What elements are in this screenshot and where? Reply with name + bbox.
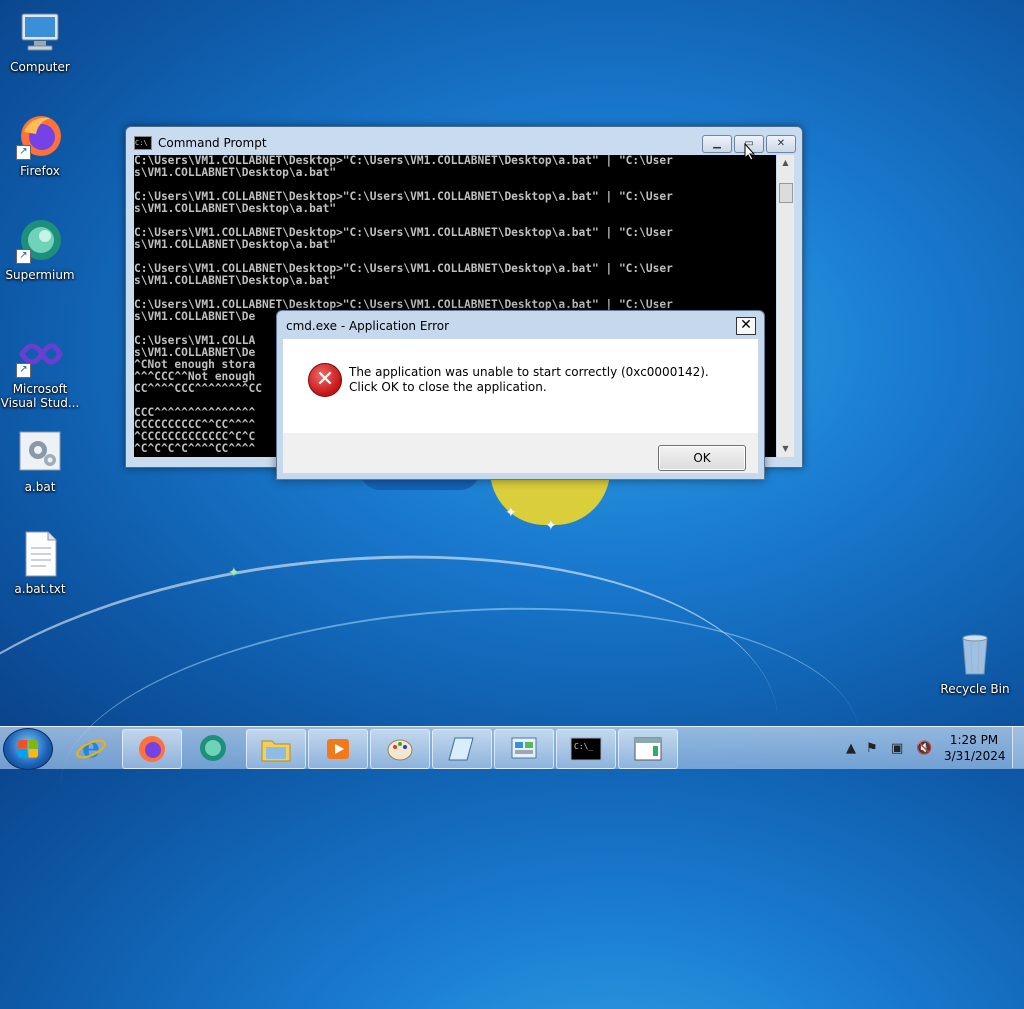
start-button[interactable] <box>3 728 53 770</box>
desktop-icon-label: a.bat <box>24 480 56 494</box>
shortcut-arrow-icon: ↗ <box>16 145 31 160</box>
windows-logo-icon <box>18 740 38 758</box>
action-center-flag-icon[interactable]: ⚑ <box>866 741 878 756</box>
taskbar-firefox[interactable] <box>122 729 182 769</box>
desktop-icon-label: Microsoft Visual Stud... <box>0 382 80 410</box>
paint-palette-icon <box>387 739 413 761</box>
supermium-icon <box>200 735 226 761</box>
wallpaper-sparkle: ✦ <box>505 505 517 521</box>
clock-time: 1:28 PM <box>949 733 999 747</box>
taskbar-supermium[interactable] <box>184 729 242 767</box>
dialog-message-area: ✕ The application was unable to start co… <box>283 339 758 433</box>
window-title: Command Prompt <box>158 136 267 150</box>
taskbar-command-prompt[interactable]: C:\_ <box>556 729 616 769</box>
taskbar-application-error[interactable] <box>618 729 678 769</box>
mouse-cursor-icon <box>744 143 756 161</box>
control-panel-icon <box>511 737 537 759</box>
internet-explorer-icon: e <box>76 732 106 764</box>
supermium-icon: ↗ <box>16 216 64 264</box>
console-line: s\VM1.COLLABNET\Desktop\a.bat" <box>134 274 337 287</box>
desktop-icon-label: Firefox <box>20 164 60 178</box>
media-player-icon <box>327 739 349 759</box>
cmd-icon: C:\ <box>134 136 152 150</box>
wallpaper-sparkle: ✦ <box>228 565 240 581</box>
svg-text:C:\_: C:\_ <box>574 742 593 751</box>
application-error-dialog[interactable]: cmd.exe - Application Error ✕ ✕ The appl… <box>276 310 765 480</box>
batch-file-icon <box>16 428 64 476</box>
scroll-up-arrow-icon[interactable]: ▲ <box>777 155 794 171</box>
scroll-down-arrow-icon[interactable]: ▼ <box>777 441 794 457</box>
shortcut-arrow-icon: ↗ <box>16 363 31 378</box>
firefox-icon: ↗ <box>16 112 64 160</box>
taskbar-file-explorer[interactable] <box>246 729 306 769</box>
firefox-icon <box>139 736 165 762</box>
desktop-icon-computer[interactable]: Computer <box>0 8 80 74</box>
desktop-icon-supermium[interactable]: ↗ Supermium <box>0 216 80 282</box>
console-line: s\VM1.COLLABNET\Desktop\a.bat" <box>134 166 337 179</box>
window-titlebar[interactable]: C:\ Command Prompt <box>134 133 267 153</box>
cmd-icon: C:\_ <box>570 737 602 761</box>
volume-muted-icon[interactable]: 🔇 <box>916 741 932 756</box>
clock-date: 3/31/2024 <box>944 749 1006 763</box>
text-file-icon <box>16 530 64 578</box>
folder-icon <box>261 740 291 762</box>
dialog-content: ✕ The application was unable to start co… <box>283 339 758 473</box>
network-icon[interactable]: ▣ <box>891 741 903 756</box>
show-desktop-button[interactable] <box>1012 727 1024 768</box>
taskbar-media-player[interactable] <box>308 729 368 769</box>
close-button[interactable]: ✕ <box>766 135 796 153</box>
dialog-title: cmd.exe - Application Error <box>286 319 450 333</box>
taskbar-control-panel[interactable] <box>494 729 554 769</box>
dialog-close-button[interactable]: ✕ <box>736 317 756 335</box>
dialog-message: The application was unable to start corr… <box>349 365 709 394</box>
wallpaper-sparkle: ✦ <box>545 518 557 534</box>
taskbar-paint[interactable] <box>370 729 430 769</box>
visual-studio-icon: ↗ <box>16 330 64 378</box>
desktop-icon-label: Computer <box>10 60 70 74</box>
desktop-icon-label: Supermium <box>5 268 75 282</box>
desktop-icon-firefox[interactable]: ↗ Firefox <box>0 112 80 178</box>
error-icon: ✕ <box>308 363 342 397</box>
svg-text:e: e <box>82 732 100 764</box>
scroll-thumb[interactable] <box>779 183 793 203</box>
taskbar-notepad[interactable] <box>432 729 492 769</box>
desktop-icon-a-bat[interactable]: a.bat <box>0 428 80 494</box>
show-hidden-icons-icon[interactable]: ▲ <box>846 741 856 756</box>
desktop-icon-a-bat-txt[interactable]: a.bat.txt <box>0 530 80 596</box>
notepad-icon <box>448 737 474 761</box>
taskbar-clock[interactable]: 1:28 PM 3/31/2024 <box>944 732 1006 764</box>
shortcut-arrow-icon: ↗ <box>16 249 31 264</box>
dialog-window-icon <box>634 737 662 761</box>
minimize-button[interactable]: ▁ <box>702 135 732 153</box>
console-line: s\VM1.COLLABNET\Desktop\a.bat" <box>134 238 337 251</box>
taskbar-internet-explorer[interactable]: e <box>62 729 120 767</box>
desktop-icon-label: a.bat.txt <box>14 582 66 596</box>
recycle-bin-icon <box>951 630 999 678</box>
ok-button[interactable]: OK <box>658 445 746 471</box>
vertical-scrollbar[interactable]: ▲ ▼ <box>777 155 794 457</box>
desktop-icon-recycle-bin[interactable]: Recycle Bin <box>935 630 1015 696</box>
desktop-icon-label: Recycle Bin <box>940 682 1010 696</box>
computer-icon <box>16 8 64 56</box>
console-line: s\VM1.COLLABNET\Desktop\a.bat" <box>134 202 337 215</box>
desktop-icon-visual-studio[interactable]: ↗ Microsoft Visual Stud... <box>0 330 80 410</box>
